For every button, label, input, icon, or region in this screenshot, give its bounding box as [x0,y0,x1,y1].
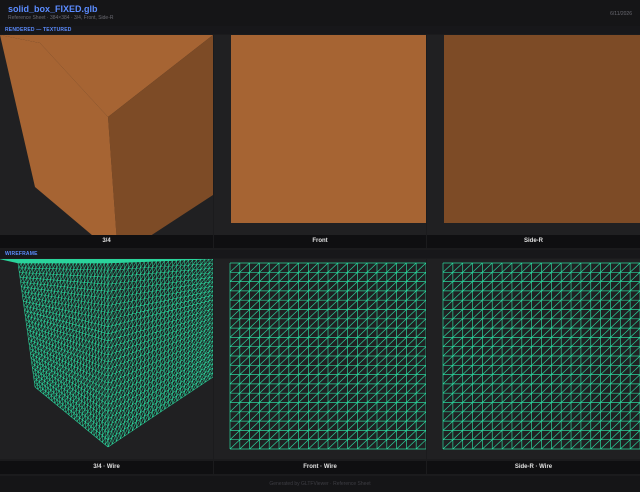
view-label-rendered-side: Side-R [427,235,640,248]
view-panel-rendered-side[interactable] [427,35,640,235]
view-label-wire-34: 3/4 · Wire [0,461,213,474]
view-label-wire-side: Side-R · Wire [427,461,640,474]
section-title-wireframe: WIREFRAME [5,251,38,257]
view-label-wire-front: Front · Wire [214,461,426,474]
view-panel-rendered-front[interactable] [214,35,426,235]
date-label: 6/11/2026 [610,11,632,17]
view-panel-wire-side[interactable] [427,259,640,459]
header-bar: solid_box_FIXED.glb Reference Sheet · 38… [0,0,640,27]
box-wire-side [442,262,640,450]
view-label-rendered-front: Front [214,235,426,248]
wire-mesh-front [229,262,426,450]
box-render-front [231,35,426,223]
file-title: solid_box_FIXED.glb [8,4,98,14]
view-panel-rendered-34[interactable] [0,35,213,235]
section-header-rendered: RENDERED — TEXTURED [0,26,640,34]
wire-mesh-34-front [17,262,109,448]
footer-credit: Generated by GLTFViewer · Reference Shee… [0,476,640,492]
box-wire-front [229,262,426,450]
box-wire-34 [0,259,213,448]
wire-mesh-34-side [107,259,213,448]
view-panel-wire-front[interactable] [214,259,426,459]
view-panel-wire-34[interactable] [0,259,213,459]
wire-mesh-side [442,262,640,450]
box-render-34 [0,35,213,235]
view-label-rendered-34: 3/4 [0,235,213,248]
section-title-rendered: RENDERED — TEXTURED [5,27,72,33]
section-header-wireframe: WIREFRAME [0,250,640,258]
box-render-side [444,35,640,223]
sheet-subtitle: Reference Sheet · 384×384 · 3/4, Front, … [8,15,114,21]
wire-mesh-34-top [0,259,213,264]
